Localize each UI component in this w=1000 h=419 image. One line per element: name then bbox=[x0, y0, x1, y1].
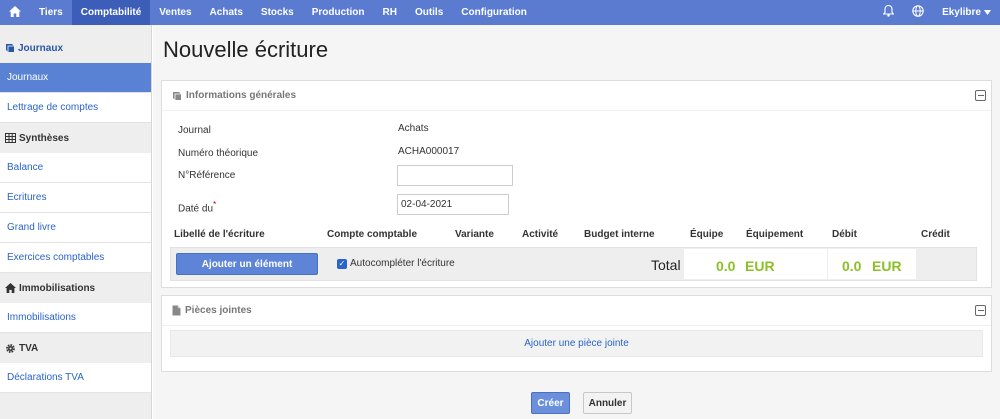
col-credit: Crédit bbox=[921, 229, 950, 240]
nav-achats[interactable]: Achats bbox=[201, 0, 252, 25]
journal-label: Journal bbox=[178, 125, 211, 136]
home-icon bbox=[5, 283, 16, 293]
sidebar-item-lettrage[interactable]: Lettrage de comptes bbox=[0, 93, 151, 123]
sidebar-section-immobilisations: Immobilisations bbox=[0, 273, 151, 303]
sidebar: Journaux Journaux Lettrage de comptes Sy… bbox=[0, 25, 152, 419]
notifications-button[interactable] bbox=[873, 0, 903, 25]
nav-production[interactable]: Production bbox=[303, 0, 374, 25]
numero-value: ACHA000017 bbox=[398, 146, 460, 157]
credit-total-cell: 0.0 EUR bbox=[828, 249, 916, 279]
date-label: Daté du* bbox=[178, 199, 217, 215]
gear-icon bbox=[5, 343, 16, 354]
debit-amount: 0.0 bbox=[716, 258, 736, 274]
col-libelle: Libellé de l'écriture bbox=[174, 229, 265, 240]
numero-label: Numéro théorique bbox=[178, 148, 259, 159]
file-icon bbox=[172, 305, 181, 316]
reference-label: N°Référence bbox=[178, 170, 236, 181]
add-attachment-link[interactable]: Ajouter une pièce jointe bbox=[170, 330, 983, 357]
attachments-panel: Pièces jointes Ajouter une pièce jointe bbox=[161, 295, 992, 372]
book-icon bbox=[172, 91, 182, 101]
autocomplete-option[interactable]: ✓ Autocompléter l'écriture bbox=[337, 258, 455, 269]
sidebar-item-declarations-tva[interactable]: Déclarations TVA bbox=[0, 363, 151, 393]
language-button[interactable] bbox=[903, 0, 933, 25]
collapse-attachments-button[interactable] bbox=[975, 305, 986, 316]
reference-input[interactable] bbox=[397, 165, 513, 186]
general-info-header: Informations générales bbox=[162, 81, 991, 111]
user-label: Ekylibre bbox=[942, 7, 981, 18]
nav-configuration[interactable]: Configuration bbox=[452, 0, 536, 25]
nav-tiers[interactable]: Tiers bbox=[30, 0, 72, 25]
date-input[interactable] bbox=[397, 194, 509, 215]
credit-amount: 0.0 bbox=[842, 258, 862, 274]
attachments-header: Pièces jointes bbox=[162, 296, 991, 326]
collapse-general-button[interactable] bbox=[975, 90, 986, 101]
entries-grid-footer: Ajouter un élément ✓ Autocompléter l'écr… bbox=[170, 247, 977, 281]
sidebar-section-syntheses: Synthèses bbox=[0, 123, 151, 153]
book-icon bbox=[5, 43, 15, 53]
debit-total-cell: 0.0 EUR bbox=[684, 249, 827, 279]
nav-outils[interactable]: Outils bbox=[406, 0, 452, 25]
col-debit: Débit bbox=[832, 229, 857, 240]
sidebar-item-ecritures[interactable]: Ecritures bbox=[0, 183, 151, 213]
autocomplete-label: Autocompléter l'écriture bbox=[350, 258, 455, 269]
main-content: Nouvelle écriture Informations générales… bbox=[153, 25, 1000, 419]
sidebar-item-exercices[interactable]: Exercices comptables bbox=[0, 243, 151, 273]
sidebar-section-journaux: Journaux bbox=[0, 25, 151, 63]
cancel-button[interactable]: Annuler bbox=[583, 392, 632, 414]
col-variante: Variante bbox=[455, 229, 494, 240]
home-button[interactable] bbox=[0, 0, 30, 25]
col-equipement: Équipement bbox=[746, 229, 804, 240]
nav-ventes[interactable]: Ventes bbox=[150, 0, 200, 25]
home-icon bbox=[9, 5, 21, 20]
user-menu[interactable]: Ekylibre bbox=[933, 0, 1000, 25]
required-marker: * bbox=[213, 199, 217, 209]
nav-stocks[interactable]: Stocks bbox=[252, 0, 303, 25]
col-activite: Activité bbox=[522, 229, 559, 240]
col-compte: Compte comptable bbox=[327, 229, 418, 240]
col-budget: Budget interne bbox=[584, 229, 655, 240]
general-info-panel: Informations générales Journal Achats Nu… bbox=[161, 80, 992, 288]
sidebar-item-journaux[interactable]: Journaux bbox=[0, 63, 151, 93]
add-item-button[interactable]: Ajouter un élément bbox=[176, 253, 318, 275]
credit-currency: EUR bbox=[872, 258, 902, 274]
debit-currency: EUR bbox=[745, 258, 775, 274]
autocomplete-checkbox[interactable]: ✓ bbox=[337, 258, 347, 269]
globe-icon bbox=[912, 5, 924, 20]
chevron-down-icon bbox=[984, 10, 991, 15]
total-label: Total bbox=[651, 257, 681, 273]
table-icon bbox=[5, 133, 16, 143]
nav-rh[interactable]: RH bbox=[373, 0, 405, 25]
sidebar-item-balance[interactable]: Balance bbox=[0, 153, 151, 183]
sidebar-item-immobilisations[interactable]: Immobilisations bbox=[0, 303, 151, 333]
top-navigation: Tiers Comptabilité Ventes Achats Stocks … bbox=[0, 0, 1000, 25]
nav-comptabilite[interactable]: Comptabilité bbox=[71, 0, 151, 25]
sidebar-item-grand-livre[interactable]: Grand livre bbox=[0, 213, 151, 243]
entries-grid-header: Libellé de l'écriture Compte comptable V… bbox=[174, 229, 982, 245]
page-title: Nouvelle écriture bbox=[163, 37, 329, 62]
journal-value: Achats bbox=[398, 123, 429, 134]
create-button[interactable]: Créer bbox=[531, 392, 570, 414]
sidebar-section-tva: TVA bbox=[0, 333, 151, 363]
col-equipe: Équipe bbox=[690, 229, 724, 240]
bell-icon bbox=[881, 4, 895, 20]
